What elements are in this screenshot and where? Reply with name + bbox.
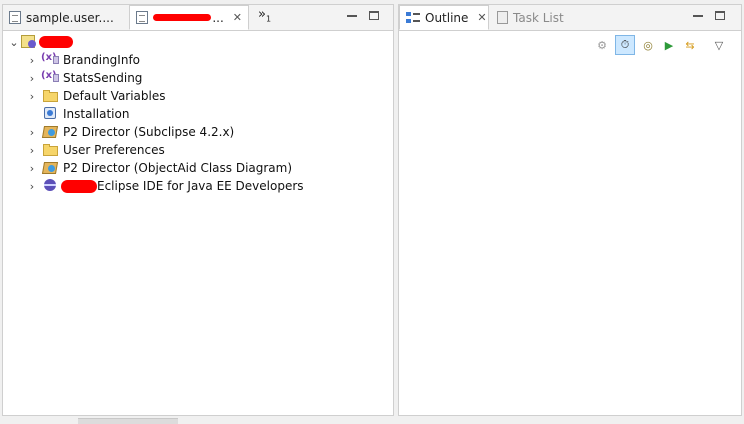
attribute-icon (41, 70, 59, 85)
maximize-icon[interactable] (715, 11, 725, 20)
tab-label-suffix: ... (212, 10, 224, 25)
tab-label: Outline (425, 10, 469, 25)
chevron-right-icon[interactable]: › (27, 90, 37, 103)
setup-file-icon (136, 11, 148, 24)
tree-item-label: StatsSending (63, 71, 143, 85)
redacted-mark (39, 36, 73, 48)
outline-icon (406, 11, 420, 24)
sync-icon[interactable]: ⇆ (682, 37, 698, 53)
pane-controls (347, 11, 379, 20)
task-list-icon (497, 11, 508, 24)
tree-item[interactable]: › User Preferences (3, 141, 393, 159)
tab-task-list[interactable]: Task List (491, 5, 571, 30)
tab-outline[interactable]: Outline ✕ (399, 5, 489, 30)
redacted-mark (153, 14, 212, 21)
tree-item[interactable]: › Eclipse IDE for Java EE Developers (3, 177, 393, 195)
cd-icon[interactable]: ◎ (640, 37, 656, 53)
tree-item-label: Installation (63, 107, 130, 121)
editor-tabbar: sample.user.... ... ✕ »1 (3, 5, 393, 31)
chevron-right-icon[interactable]: › (27, 162, 37, 175)
overflow-count: 1 (265, 14, 272, 24)
tree-root[interactable]: ⌄ (3, 33, 393, 51)
folder-icon (43, 89, 59, 103)
p2-director-icon (43, 125, 59, 139)
chevron-right-icon[interactable]: › (27, 72, 37, 85)
chevron-right-icon[interactable]: › (27, 144, 37, 157)
tree-item[interactable]: › P2 Director (Subclipse 4.2.x) (3, 123, 393, 141)
minimize-icon[interactable] (693, 11, 703, 17)
setup-tree: ⌄ › BrandingInfo › StatsSending › Defaul… (3, 33, 393, 195)
outline-tabbar: Outline ✕ Task List (399, 5, 741, 31)
chevron-right-icon[interactable]: › (27, 180, 37, 193)
tree-item-label: P2 Director (ObjectAid Class Diagram) (63, 161, 293, 175)
chevron-double-right-icon: » (258, 7, 266, 22)
minimize-icon[interactable] (347, 11, 357, 17)
close-icon[interactable]: ✕ (477, 11, 486, 24)
pane-controls (693, 11, 725, 20)
chevron-right-icon[interactable]: › (27, 54, 37, 67)
outline-toolbar: ⚙ ⏱ ◎ ▶ ⇆ ▽ (594, 35, 727, 55)
view-menu-icon[interactable]: ▽ (711, 37, 727, 53)
p2-director-icon (43, 161, 59, 175)
tab-overflow-button[interactable]: »1 (258, 7, 271, 24)
tab-label: sample.user.... (26, 10, 114, 25)
tree-item-label: Eclipse IDE for Java EE Developers (97, 179, 304, 193)
tree-item-label: P2 Director (Subclipse 4.2.x) (63, 125, 235, 139)
status-strip (78, 418, 178, 424)
tree-item[interactable]: › P2 Director (ObjectAid Class Diagram) (3, 159, 393, 177)
run-icon[interactable]: ▶ (661, 37, 677, 53)
maximize-icon[interactable] (369, 11, 379, 20)
tree-item-label: User Preferences (63, 143, 165, 157)
setup-file-icon (9, 11, 21, 24)
installation-icon (43, 107, 59, 121)
tree-item[interactable]: Installation (3, 105, 393, 123)
tree-item-label: BrandingInfo (63, 53, 141, 67)
tab-label: Task List (513, 10, 564, 25)
outline-pane: Outline ✕ Task List ⚙ ⏱ ◎ ▶ ⇆ ▽ (398, 4, 742, 416)
chevron-down-icon[interactable]: ⌄ (9, 36, 19, 49)
redacted-mark (61, 179, 97, 193)
chevron-right-icon[interactable]: › (27, 126, 37, 139)
editor-pane: sample.user.... ... ✕ »1 ⌄ › BrandingInf… (2, 4, 394, 416)
close-icon[interactable]: ✕ (233, 11, 242, 24)
project-root-icon (21, 35, 37, 49)
tree-item-label: Default Variables (63, 89, 166, 103)
globe-icon (43, 179, 59, 193)
tab-active-redacted[interactable]: ... ✕ (129, 5, 249, 30)
timer-icon[interactable]: ⏱ (615, 35, 635, 55)
gears-icon[interactable]: ⚙ (594, 37, 610, 53)
tree-item[interactable]: › BrandingInfo (3, 51, 393, 69)
tab-sample-user[interactable]: sample.user.... (3, 5, 129, 30)
tree-item[interactable]: › StatsSending (3, 69, 393, 87)
tree-item[interactable]: › Default Variables (3, 87, 393, 105)
attribute-icon (41, 52, 59, 67)
folder-icon (43, 143, 59, 157)
